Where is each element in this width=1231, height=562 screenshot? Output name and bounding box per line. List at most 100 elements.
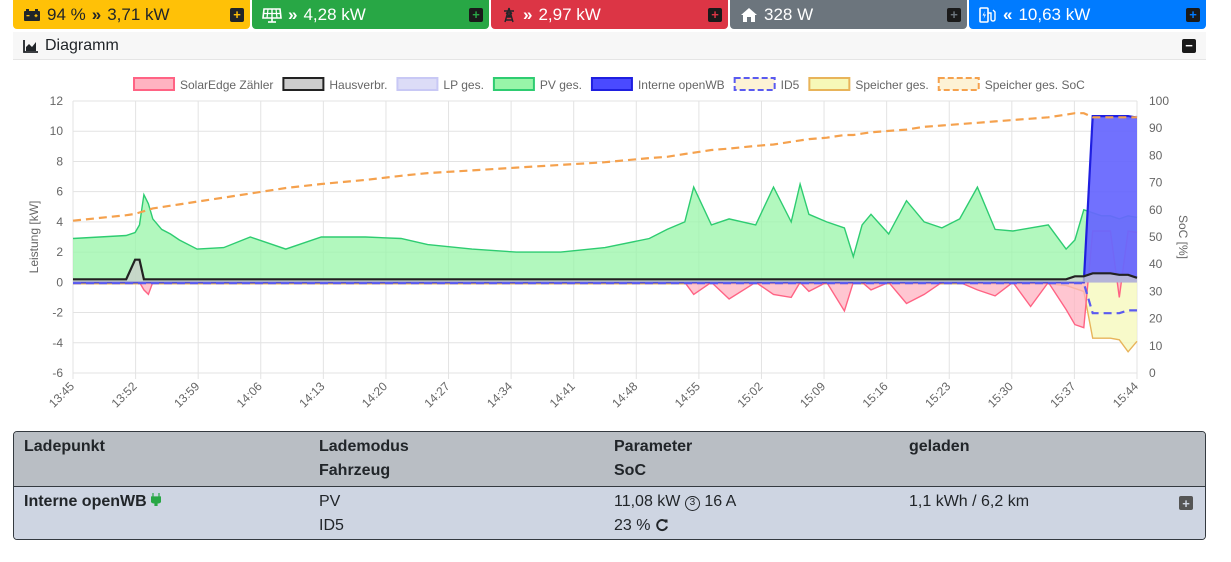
y2-tick-label: 40 — [1149, 257, 1163, 271]
x-tick-label: 15:37 — [1047, 379, 1078, 410]
y-tick-label: 2 — [56, 245, 63, 259]
grid-status-tile[interactable]: » 2,97 kW + — [491, 0, 728, 29]
x-tick-label: 14:48 — [609, 379, 640, 410]
power-chart-svg: 121086420-2-4-6100908070605040302010013:… — [27, 77, 1190, 410]
x-tick-label: 15:02 — [734, 379, 765, 410]
house-expand-button[interactable]: + — [947, 7, 961, 22]
pv-direction-icon: » — [288, 4, 298, 24]
y2-tick-label: 30 — [1149, 284, 1163, 298]
house-icon — [741, 7, 757, 22]
legend-swatch-solaredge-z-hler — [133, 77, 175, 91]
vehicle-value: ID5 — [319, 517, 344, 534]
chargepoint-expand-button[interactable]: + — [1186, 7, 1200, 22]
y-tick-label: -6 — [52, 366, 63, 380]
x-tick-label: 15:09 — [797, 379, 828, 410]
chart-card-title: Diagramm — [45, 36, 119, 54]
x-tick-label: 15:30 — [985, 379, 1016, 410]
legend-label-interne-openwb: Interne openWB — [638, 78, 725, 92]
chart-collapse-button[interactable]: − — [1182, 38, 1196, 53]
chargepoint-table: Ladepunkt Lademodus Fahrzeug Parameter S… — [13, 431, 1206, 540]
refresh-icon[interactable] — [655, 518, 669, 532]
charge-power-value: 11,08 kW — [614, 493, 681, 510]
x-tick-label: 14:06 — [234, 379, 265, 410]
soc-cell: 23 % — [614, 517, 669, 535]
house-status-tile[interactable]: 328 W + — [730, 0, 967, 29]
legend-swatch-speicher-ges-soc — [937, 77, 980, 91]
header-lademodus: Lademodus — [319, 438, 409, 455]
y2-tick-label: 80 — [1149, 148, 1163, 162]
phases-badge: 3 — [684, 496, 700, 511]
x-tick-label: 15:23 — [922, 379, 953, 410]
x-tick-label: 15:16 — [860, 379, 891, 410]
battery-soc: 94 % — [47, 4, 86, 24]
y2-tick-label: 0 — [1149, 366, 1156, 380]
x-tick-label: 14:27 — [422, 379, 453, 410]
chart-card-header[interactable]: Diagramm − — [13, 32, 1206, 60]
header-fahrzeug: Fahrzeug — [319, 462, 391, 479]
y2-tick-label: 50 — [1149, 230, 1163, 244]
house-power: 328 W — [764, 4, 814, 24]
grid-expand-button[interactable]: + — [708, 7, 722, 22]
series-area-speicher-ges- — [73, 282, 1137, 352]
chargepoint-name: Interne openWB — [24, 493, 147, 510]
x-tick-label: 13:45 — [46, 379, 77, 410]
y2-tick-label: 10 — [1149, 339, 1163, 353]
header-parameter: Parameter — [614, 438, 693, 455]
pv-status-tile[interactable]: » 4,28 kW + — [252, 0, 489, 29]
battery-status-tile[interactable]: 94 % » 3,71 kW + — [13, 0, 250, 29]
area-chart-icon — [23, 39, 38, 53]
y-tick-label: 6 — [56, 185, 63, 199]
x-tick-label: 13:52 — [109, 379, 140, 410]
x-tick-label: 14:41 — [547, 379, 578, 410]
legend-swatch-hausverbr- — [282, 77, 325, 91]
x-tick-label: 13:59 — [171, 379, 202, 410]
table-row[interactable]: Interne openWB PV ID5 11,08 kW 3 16 A 23… — [14, 486, 1205, 539]
battery-direction-icon: » — [91, 4, 102, 24]
charging-station-icon — [979, 6, 996, 23]
table-header: Ladepunkt Lademodus Fahrzeug Parameter S… — [14, 432, 1205, 486]
x-tick-label: 14:20 — [359, 379, 390, 410]
power-tower-icon — [504, 7, 514, 22]
x-tick-label: 14:13 — [296, 379, 327, 410]
charged-energy-value: 1,1 kWh / 6,2 km — [909, 493, 1030, 510]
chargepoint-power: 10,63 kW — [1018, 4, 1091, 24]
legend-label-solaredge-z-hler: SolarEdge Zähler — [180, 78, 273, 92]
y2-tick-label: 70 — [1149, 176, 1163, 190]
legend-label-speicher-ges-: Speicher ges. — [855, 78, 928, 92]
legend-swatch-lp-ges- — [396, 77, 439, 91]
parameter-cell: 11,08 kW 3 16 A — [614, 493, 736, 511]
legend-label-hausverbr-: Hausverbr. — [329, 78, 387, 92]
y2-tick-label: 100 — [1149, 94, 1169, 108]
y2-axis-title: SoC [%] — [1176, 215, 1190, 259]
charge-current-value: 16 A — [704, 493, 737, 510]
legend-swatch-id5 — [733, 77, 776, 91]
legend-swatch-speicher-ges- — [808, 77, 851, 91]
y-tick-label: 0 — [56, 275, 63, 289]
header-ladepunkt: Ladepunkt — [24, 438, 105, 455]
battery-expand-button[interactable]: + — [230, 7, 244, 22]
solar-panel-icon — [262, 7, 282, 23]
series-area-pv-ges- — [73, 184, 1137, 283]
series-line-speicher-ges- — [73, 283, 1138, 353]
x-tick-label: 14:34 — [484, 379, 515, 410]
y2-tick-label: 60 — [1149, 203, 1163, 217]
power-chart: 12 10 8 6 4 2 0 -2 -4 -6 100 90 80 70 60 50 40 30 20 10 0 13:… — [13, 62, 1206, 427]
battery-icon — [24, 8, 40, 21]
legend-swatch-interne-openwb — [590, 77, 633, 91]
legend-label-pv-ges-: PV ges. — [540, 78, 582, 92]
header-geladen: geladen — [909, 438, 970, 455]
charge-mode-value[interactable]: PV — [319, 493, 340, 511]
row-expand-button[interactable]: + — [1179, 496, 1193, 510]
plug-icon — [150, 493, 162, 509]
chargepoint-direction-icon: « — [1003, 4, 1013, 24]
header-soc: SoC — [614, 462, 646, 479]
legend-label-lp-ges-: LP ges. — [443, 78, 483, 92]
chargepoint-name-cell: Interne openWB — [24, 493, 162, 511]
y-tick-label: 10 — [50, 124, 64, 138]
y2-tick-label: 90 — [1149, 121, 1163, 135]
grid-direction-icon: » — [523, 4, 533, 24]
pv-expand-button[interactable]: + — [469, 7, 483, 22]
chargepoint-status-tile[interactable]: « 10,63 kW + — [969, 0, 1206, 29]
y-tick-label: 8 — [56, 154, 63, 168]
pv-power: 4,28 kW — [303, 4, 366, 24]
